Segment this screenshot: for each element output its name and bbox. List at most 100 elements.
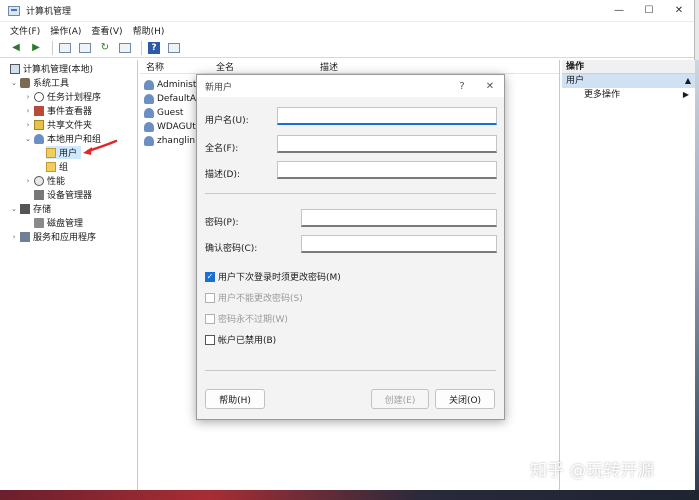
chevron-right-icon[interactable]: ›	[24, 107, 32, 115]
checkbox-icon[interactable]	[205, 313, 215, 324]
fullname-field[interactable]	[277, 135, 497, 153]
chevron-down-icon[interactable]: ⌄	[10, 205, 18, 213]
tree-label: 设备管理器	[47, 191, 93, 201]
tree-item-performance[interactable]: › 性能	[24, 174, 65, 187]
tree-item-system-tools[interactable]: ⌄ 系统工具	[10, 76, 69, 89]
description-field[interactable]	[277, 161, 497, 179]
chevron-down-icon[interactable]: ⌄	[24, 135, 32, 143]
tree-label: 任务计划程序	[47, 93, 102, 103]
more-actions-item[interactable]: 更多操作 ▶	[562, 88, 695, 102]
dialog-close-icon[interactable]: ✕	[476, 81, 504, 92]
tree-item-services-apps[interactable]: › 服务和应用程序	[10, 230, 96, 243]
user-name: Guest	[157, 108, 184, 118]
device-manager-icon	[34, 189, 44, 200]
actions-pane: 操作 用户 ▲ 更多操作 ▶	[562, 60, 695, 492]
properties-icon[interactable]	[166, 41, 182, 55]
help-icon[interactable]: ?	[146, 41, 162, 55]
cannot-change-password-checkbox[interactable]: 用户不能更改密码(S)	[205, 291, 303, 304]
services-icon	[20, 231, 30, 242]
close-button[interactable]: ✕	[664, 0, 694, 22]
shared-folder-icon	[34, 119, 44, 130]
chevron-right-icon[interactable]: ›	[24, 177, 32, 185]
menu-action[interactable]: 操作(A)	[50, 24, 81, 37]
menu-view[interactable]: 查看(V)	[91, 24, 122, 37]
checkbox-label: 密码永不过期(W)	[218, 315, 288, 325]
checkbox-icon[interactable]	[205, 334, 215, 345]
window-title: 计算机管理	[26, 7, 72, 17]
tree-item-device-manager[interactable]: 设备管理器	[34, 188, 92, 201]
folder-icon	[46, 147, 56, 158]
tree-label: 计算机管理(本地)	[23, 65, 94, 75]
help-button[interactable]: 帮助(H)	[205, 389, 265, 409]
toolbar-separator	[52, 40, 53, 55]
dialog-title-bar: 新用户 ? ✕	[197, 75, 504, 97]
checkbox-checked-icon[interactable]: ✓	[205, 271, 215, 282]
checkbox-label: 帐户已禁用(B)	[218, 336, 277, 346]
checkbox-label: 用户不能更改密码(S)	[218, 294, 303, 304]
export-list-icon[interactable]	[117, 41, 133, 55]
user-icon	[144, 122, 154, 132]
tree-label: 存储	[33, 205, 52, 215]
maximize-button[interactable]: ☐	[634, 0, 664, 22]
collapse-triangle-icon[interactable]: ▲	[685, 74, 691, 88]
back-arrow-icon[interactable]: ◀	[8, 41, 24, 55]
navigation-tree: 计算机管理(本地) ⌄ 系统工具 › 任务计划程序 › 事件查看器 › 共享文件…	[8, 60, 138, 492]
toolbox-icon	[20, 77, 30, 88]
tree-item-storage[interactable]: ⌄ 存储	[10, 202, 51, 215]
tree-item-disk-management[interactable]: 磁盘管理	[34, 216, 83, 229]
chevron-down-icon[interactable]: ⌄	[10, 79, 18, 87]
description-label: 描述(D):	[205, 170, 240, 180]
user-icon	[144, 94, 154, 104]
tree-item-task-scheduler[interactable]: › 任务计划程序	[24, 90, 101, 103]
user-name: WDAGUti	[157, 122, 199, 132]
storage-icon	[20, 203, 30, 214]
must-change-password-checkbox[interactable]: ✓ 用户下次登录时须更改密码(M)	[205, 270, 341, 283]
password-never-expires-checkbox[interactable]: 密码永不过期(W)	[205, 312, 288, 325]
show-hide-tree-icon[interactable]	[77, 41, 93, 55]
password-field[interactable]	[301, 209, 497, 227]
create-button[interactable]: 创建(E)	[371, 389, 429, 409]
confirm-password-field[interactable]	[301, 235, 497, 253]
tree-label: 组	[59, 163, 69, 173]
tree-item-users[interactable]: 用户	[46, 146, 82, 159]
column-fullname[interactable]: 全名	[216, 60, 234, 73]
tree-item-root[interactable]: 计算机管理(本地)	[10, 62, 93, 75]
menu-help[interactable]: 帮助(H)	[133, 24, 165, 37]
tree-item-event-viewer[interactable]: › 事件查看器	[24, 104, 92, 117]
dialog-help-icon[interactable]: ?	[448, 81, 476, 92]
chevron-right-icon[interactable]: ›	[10, 233, 18, 241]
dialog-title: 新用户	[205, 82, 233, 93]
close-dialog-button[interactable]: 关闭(O)	[435, 389, 495, 409]
tree-item-groups[interactable]: 组	[46, 160, 68, 173]
list-item[interactable]: Guest	[144, 106, 183, 120]
taskbar-strip	[0, 490, 699, 500]
menu-bar: 文件(F) 操作(A) 查看(V) 帮助(H)	[0, 22, 694, 38]
actions-section-label: 用户	[566, 76, 585, 86]
list-item[interactable]: DefaultAc	[144, 92, 201, 106]
tree-item-shared-folders[interactable]: › 共享文件夹	[24, 118, 92, 131]
computer-management-icon	[8, 5, 20, 16]
chevron-right-icon[interactable]: ›	[24, 121, 32, 129]
list-header: 名称 全名 描述	[140, 60, 559, 74]
toolbar-separator	[141, 40, 142, 55]
checkbox-icon[interactable]	[205, 292, 215, 303]
tree-label: 性能	[47, 177, 66, 187]
user-icon	[144, 136, 154, 146]
user-icon	[144, 108, 154, 118]
actions-section-users[interactable]: 用户 ▲	[562, 74, 695, 88]
list-item[interactable]: WDAGUti	[144, 120, 198, 134]
annotation-arrow-icon	[83, 139, 118, 155]
menu-file[interactable]: 文件(F)	[10, 24, 40, 37]
list-item[interactable]: zhanglin	[144, 134, 195, 148]
column-name[interactable]: 名称	[146, 60, 164, 73]
chevron-right-icon[interactable]: ›	[24, 93, 32, 101]
username-field[interactable]	[277, 107, 497, 125]
minimize-button[interactable]: —	[604, 0, 634, 22]
list-item[interactable]: Administr	[144, 78, 200, 92]
refresh-icon[interactable]: ↻	[97, 41, 113, 55]
account-disabled-checkbox[interactable]: 帐户已禁用(B)	[205, 333, 276, 346]
actions-header: 操作	[562, 60, 695, 74]
column-description[interactable]: 描述	[320, 60, 338, 73]
up-folder-icon[interactable]	[57, 41, 73, 55]
forward-arrow-icon[interactable]: ▶	[28, 41, 44, 55]
